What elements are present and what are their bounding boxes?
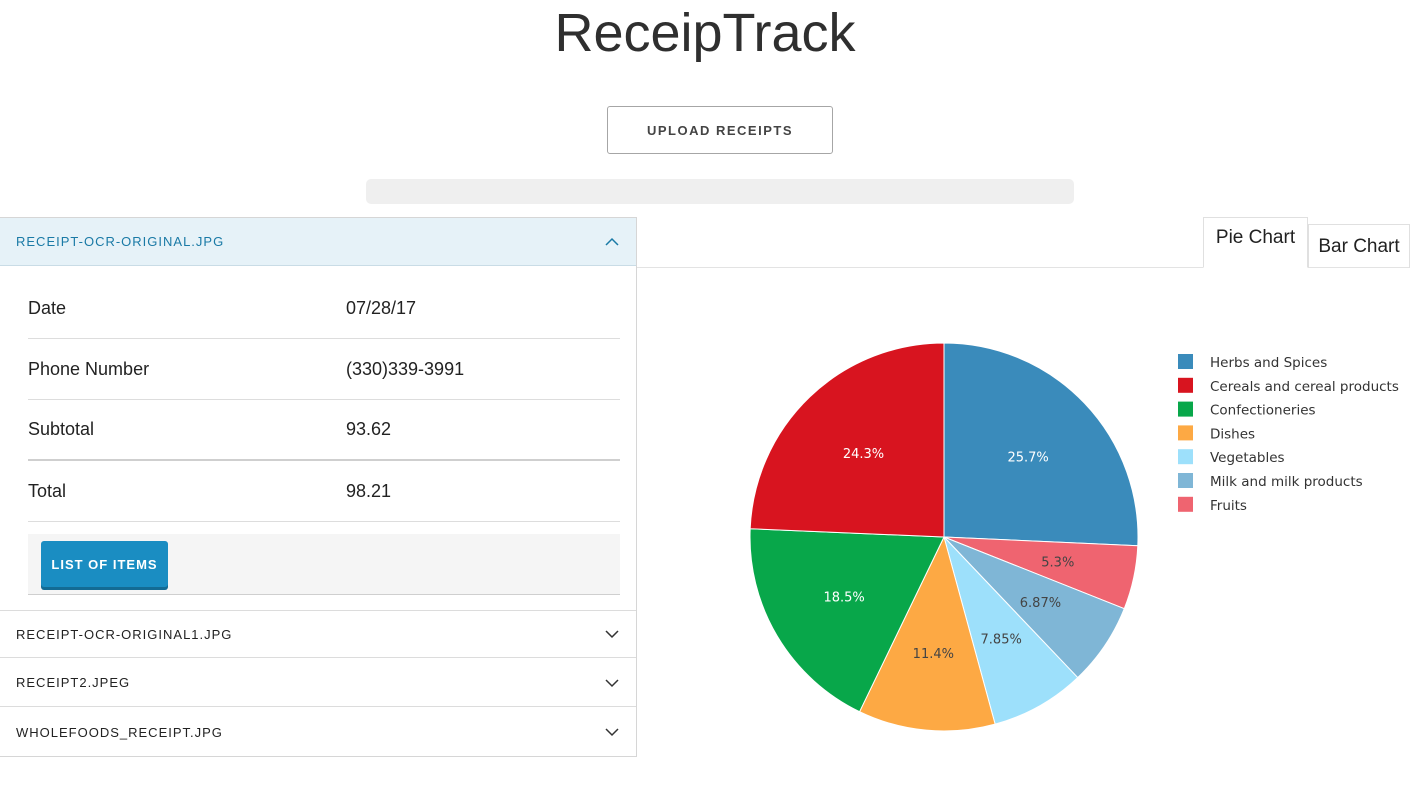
legend-label[interactable]: Vegetables bbox=[1210, 450, 1285, 466]
field-label: Subtotal bbox=[28, 419, 95, 439]
pie-slice-label: 7.85% bbox=[981, 632, 1022, 647]
upload-progress-bar bbox=[366, 179, 1074, 204]
receipt-name: RECEIPT2.JPEG bbox=[16, 675, 131, 690]
pie-chart: 25.7% 5.3% 6.87% 7.85% 11.4% 18.5% 24.3% Herbs … bbox=[749, 342, 1399, 732]
receipt-name: WHOLEFOODS_RECEIPT.JPG bbox=[16, 724, 223, 740]
receipt-field-row: Subtotal 93.62 bbox=[28, 400, 620, 461]
legend-swatch[interactable] bbox=[1178, 377, 1193, 393]
receipt-details: Date 07/28/17 Phone Number (330)339-3991… bbox=[28, 278, 620, 595]
receipt-accordion: RECEIPT-OCR-ORIGINAL.JPG Date 07/28/17 P… bbox=[0, 217, 637, 757]
legend-label[interactable]: Confectioneries bbox=[1210, 403, 1316, 419]
app-title: ReceipTrack bbox=[554, 3, 856, 63]
field-label: Phone Number bbox=[28, 358, 150, 379]
receipt-field-row: Phone Number (330)339-3991 bbox=[28, 339, 620, 400]
tab-bar-chart[interactable]: Bar Chart bbox=[1308, 224, 1410, 268]
field-label: Date bbox=[28, 297, 67, 318]
pie-slice-label: 24.3% bbox=[843, 447, 884, 462]
pie-slice[interactable] bbox=[943, 342, 1139, 547]
legend-swatch[interactable] bbox=[1178, 354, 1193, 369]
legend-label[interactable]: Herbs and Spices bbox=[1210, 355, 1327, 371]
field-label: Total bbox=[28, 480, 67, 501]
receipt-name: RECEIPT-OCR-ORIGINAL.JPG bbox=[16, 234, 225, 249]
legend-label[interactable]: Dishes bbox=[1210, 426, 1255, 442]
receipt-field-row: Total 98.21 bbox=[28, 461, 620, 522]
field-value: 07/28/17 bbox=[346, 297, 417, 318]
receipt-field-row: Date 07/28/17 bbox=[28, 278, 620, 339]
field-value: 98.21 bbox=[346, 480, 392, 501]
receipt-panel-header[interactable]: WHOLEFOODS_RECEIPT.JPG bbox=[0, 708, 636, 756]
pie-slice-label: 6.87% bbox=[1020, 596, 1061, 611]
receipt-name: RECEIPT-OCR-ORIGINAL1.JPG bbox=[16, 626, 233, 642]
chevron-down-icon bbox=[605, 728, 619, 737]
legend-label[interactable]: Milk and milk products bbox=[1210, 474, 1363, 490]
legend-swatch[interactable] bbox=[1178, 449, 1193, 465]
pie-slice-label: 18.5% bbox=[823, 591, 864, 606]
chevron-down-icon bbox=[605, 630, 619, 639]
receipt-panel-header[interactable]: RECEIPT-OCR-ORIGINAL1.JPG bbox=[0, 610, 636, 658]
pie-slice[interactable] bbox=[749, 342, 945, 538]
field-value: (330)339-3991 bbox=[346, 358, 465, 379]
chevron-down-icon bbox=[605, 678, 619, 687]
items-action-row: LIST OF ITEMS bbox=[28, 534, 620, 595]
pie-slice-label: 25.7% bbox=[1007, 451, 1048, 466]
tab-pie-chart[interactable]: Pie Chart bbox=[1203, 217, 1308, 268]
receipt-panel-header[interactable]: RECEIPT-OCR-ORIGINAL.JPG bbox=[0, 218, 636, 266]
legend-swatch[interactable] bbox=[1178, 425, 1193, 441]
list-of-items-button[interactable]: LIST OF ITEMS bbox=[41, 541, 168, 587]
pie-slice-label: 5.3% bbox=[1041, 555, 1074, 570]
legend-swatch[interactable] bbox=[1178, 473, 1193, 488]
chevron-up-icon bbox=[605, 237, 619, 246]
upload-receipts-button[interactable]: UPLOAD RECEIPTS bbox=[607, 106, 833, 154]
legend-swatch[interactable] bbox=[1178, 496, 1193, 512]
field-value: 93.62 bbox=[346, 419, 392, 439]
legend-swatch[interactable] bbox=[1178, 401, 1193, 417]
receipt-panel-header[interactable]: RECEIPT2.JPEG bbox=[0, 659, 636, 707]
legend-label[interactable]: Fruits bbox=[1210, 498, 1247, 514]
legend-label[interactable]: Cereals and cereal products bbox=[1210, 379, 1399, 395]
pie-slice-label: 11.4% bbox=[913, 647, 954, 662]
